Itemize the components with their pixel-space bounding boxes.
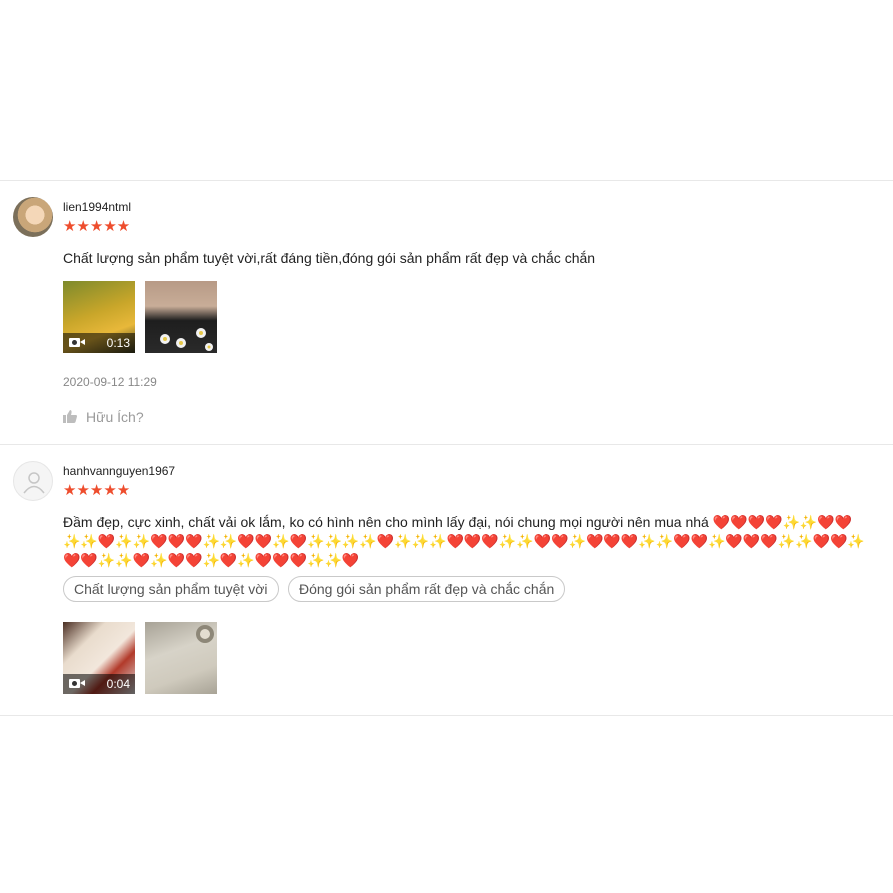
review-item: hanhvannguyen1967 ★★★★★ Đầm đẹp, cực xin… bbox=[0, 445, 893, 715]
review-video-thumbnail[interactable]: 0:13 bbox=[63, 281, 135, 353]
review-photo-thumbnail[interactable] bbox=[145, 622, 217, 694]
review-tag: Đóng gói sản phẩm rất đẹp và chắc chắn bbox=[288, 576, 566, 602]
avatar[interactable] bbox=[13, 461, 53, 501]
review-item: lien1994ntml ★★★★★ Chất lượng sản phẩm t… bbox=[0, 181, 893, 444]
helpful-button[interactable]: Hữu Ích? bbox=[63, 409, 144, 425]
review-date: 2020-09-12 11:29 bbox=[63, 375, 157, 389]
review-comment: Đầm đẹp, cực xinh, chất vải ok lắm, ko c… bbox=[63, 514, 865, 568]
rating-stars: ★★★★★ bbox=[63, 218, 131, 235]
review-comment: Chất lượng sản phẩm tuyệt vời,rất đáng t… bbox=[63, 250, 596, 266]
rating-stars: ★★★★★ bbox=[63, 482, 131, 499]
helpful-label: Hữu Ích? bbox=[86, 409, 144, 425]
reviewer-username[interactable]: lien1994ntml bbox=[63, 200, 131, 214]
divider-bottom bbox=[0, 715, 893, 716]
video-overlay: 0:13 bbox=[63, 333, 135, 353]
video-duration: 0:04 bbox=[106, 677, 130, 691]
review-tag: Chất lượng sản phẩm tuyệt vời bbox=[63, 576, 279, 602]
video-overlay: 0:04 bbox=[63, 674, 135, 694]
review-photo-thumbnail[interactable] bbox=[145, 281, 217, 353]
reviewer-username[interactable]: hanhvannguyen1967 bbox=[63, 464, 175, 478]
video-duration: 0:13 bbox=[106, 336, 130, 350]
photo-detail bbox=[196, 625, 214, 643]
user-placeholder-icon bbox=[23, 472, 45, 494]
flower-pattern bbox=[160, 328, 213, 351]
thumbs-up-icon bbox=[63, 410, 77, 423]
video-camera-icon bbox=[69, 338, 85, 347]
video-camera-icon bbox=[69, 679, 85, 688]
avatar[interactable] bbox=[13, 197, 53, 237]
review-video-thumbnail[interactable]: 0:04 bbox=[63, 622, 135, 694]
